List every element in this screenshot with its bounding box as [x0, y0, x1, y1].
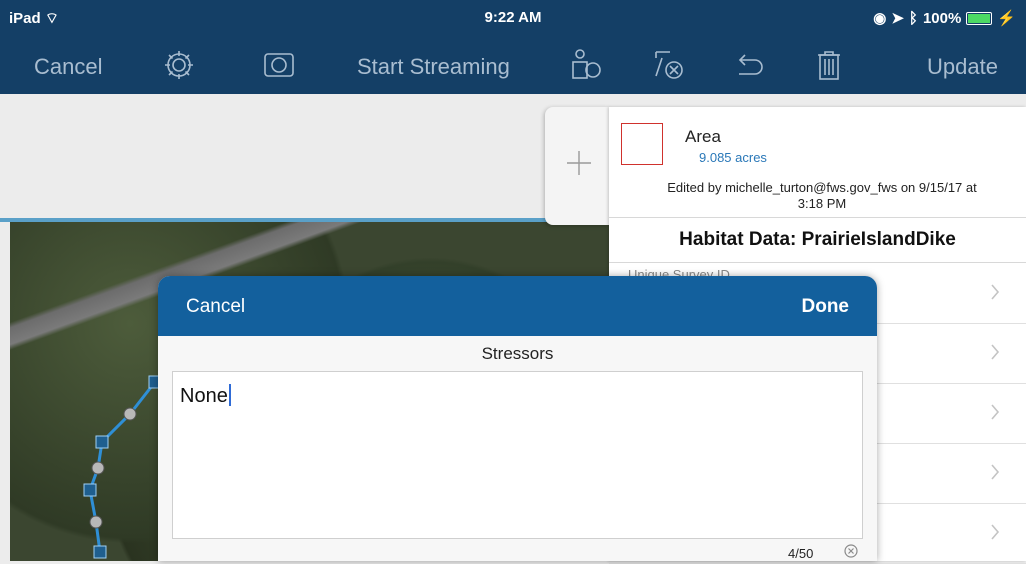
undo-icon[interactable] — [732, 48, 766, 82]
status-right: ◉ ➤ ᛒ 100% ⚡ — [873, 9, 1016, 28]
modal-cancel-button[interactable]: Cancel — [186, 296, 245, 318]
field-editor-modal: Cancel Done Stressors None 4/50 — [158, 276, 877, 561]
edit-info-line1: Edited by michelle_turton@fws.gov_fws on… — [667, 180, 977, 195]
toolbar-update-button[interactable]: Update — [927, 54, 998, 80]
midpoint-handle[interactable] — [123, 407, 137, 421]
collect-vertex-icon[interactable] — [570, 48, 604, 82]
vertex-markers — [83, 375, 162, 559]
vertex-handle[interactable] — [83, 483, 97, 497]
toolbar-cancel-button[interactable]: Cancel — [34, 54, 102, 80]
bluetooth-icon: ᛒ — [908, 9, 918, 27]
plus-icon[interactable] — [565, 149, 593, 177]
text-input-value: None — [180, 384, 231, 408]
battery-icon — [966, 11, 993, 25]
character-counter: 4/50 — [788, 546, 814, 561]
lock-rotation-icon: ◉ — [873, 10, 887, 27]
edit-info: Edited by michelle_turton@fws.gov_fws on… — [623, 180, 1021, 212]
clock: 9:22 AM — [484, 9, 542, 26]
clear-text-icon[interactable] — [844, 544, 858, 558]
start-streaming-button[interactable]: Start Streaming — [357, 54, 510, 80]
gear-icon[interactable] — [162, 48, 196, 82]
chevron-right-icon — [991, 284, 1000, 300]
area-measurement: 9.085 acres — [699, 150, 767, 165]
field-title: Stressors — [481, 344, 554, 363]
stressors-text-input[interactable]: None — [172, 371, 863, 539]
vertex-handle[interactable] — [95, 435, 109, 449]
edit-info-line2: 3:18 PM — [797, 196, 847, 211]
charging-icon: ⚡ — [997, 10, 1016, 27]
camera-icon[interactable] — [262, 48, 296, 82]
vertex-handle[interactable] — [93, 545, 107, 559]
chevron-right-icon — [991, 404, 1000, 420]
clear-selection-icon[interactable] — [652, 48, 686, 82]
text-caret — [228, 384, 231, 406]
area-symbol-swatch — [621, 123, 663, 165]
chevron-right-icon — [991, 524, 1000, 540]
layer-title: Habitat Data: PrairieIslandDike — [609, 217, 1026, 263]
battery-fill — [968, 13, 991, 23]
midpoint-handle[interactable] — [89, 515, 103, 529]
location-icon: ➤ — [891, 10, 904, 27]
status-bar: iPad ⌔ 9:22 AM ◉ ➤ ᛒ 100% ⚡ — [0, 0, 1026, 34]
modal-done-button[interactable]: Done — [802, 296, 850, 318]
trash-icon[interactable] — [812, 48, 846, 82]
battery-percent: 100% — [922, 9, 962, 27]
value-text: None — [180, 385, 228, 407]
chevron-right-icon — [991, 344, 1000, 360]
add-feature-tab[interactable] — [545, 107, 609, 225]
midpoint-handle[interactable] — [91, 461, 105, 475]
geometry-type-label: Area — [685, 127, 721, 146]
chevron-right-icon — [991, 464, 1000, 480]
modal-header: Cancel Done — [158, 276, 877, 336]
edit-toolbar: Cancel Start Streaming Update — [0, 34, 1026, 94]
